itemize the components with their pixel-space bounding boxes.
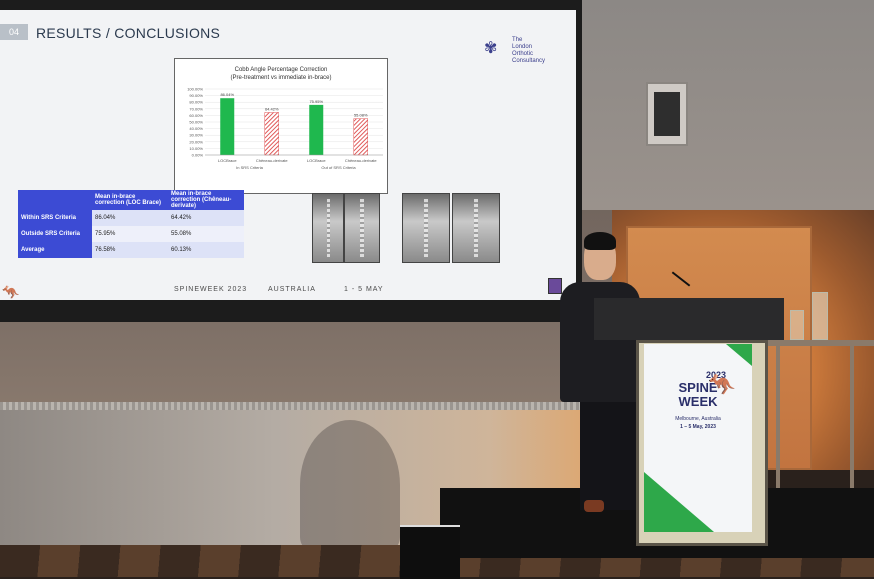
- wall-speaker: [646, 82, 688, 146]
- x-tick-label: Chêneau-derivate: [256, 158, 289, 163]
- side-table-top: [766, 340, 874, 346]
- x-tick-label: LOCBrace: [307, 158, 326, 163]
- sign-week: WEEK: [678, 394, 718, 409]
- y-tick-label: 20.00%: [189, 139, 203, 144]
- table-row: Average 76.58% 60.13%: [18, 242, 244, 258]
- cell-cheneau: 55.08%: [168, 226, 244, 242]
- footer-country: AUSTRALIA: [268, 286, 316, 293]
- green-corner-decoration: [726, 344, 752, 366]
- water-bottle: [812, 292, 828, 340]
- x-tick-label: Chêneau-derivate: [345, 158, 378, 163]
- data-label: 86.04%: [220, 92, 234, 97]
- kangaroo-icon: 🦘: [2, 284, 20, 300]
- y-tick-label: 50.00%: [189, 120, 203, 125]
- chart-plot: 100.00%90.00% 80.00%70.00% 60.00% 50.00%40.…: [187, 87, 383, 170]
- sign-spine: SPINE: [678, 380, 718, 395]
- group-label: In SRS Criteria: [236, 165, 263, 170]
- cell-cheneau: 60.13%: [168, 242, 244, 258]
- results-table: Mean in-brace correction (LOC Brace) Mea…: [18, 190, 244, 258]
- kangaroo-icon: 🦘: [708, 372, 736, 397]
- section-number: 04: [0, 24, 28, 40]
- srs-logo-icon: [548, 278, 562, 294]
- row-label: Average: [18, 242, 92, 258]
- stage-steps: [400, 525, 460, 579]
- presentation-slide: 04 RESULTS / CONCLUSIONS ✾ The London Or…: [0, 10, 576, 300]
- table-row: Outside SRS Criteria 75.95% 55.08%: [18, 226, 244, 242]
- chart-bar: [353, 118, 368, 156]
- cell-loc: 76.58%: [92, 242, 168, 258]
- footer-event: SPINEWEEK 2023: [174, 286, 248, 293]
- slide-title: RESULTS / CONCLUSIONS: [36, 25, 221, 41]
- y-tick-label: 30.00%: [189, 133, 203, 138]
- xray-image: [312, 193, 344, 263]
- chart-subtitle: (Pre-treatment vs immediate in-brace): [230, 75, 332, 81]
- speaker-shadow: [300, 420, 400, 550]
- sign-year: 2023: [705, 370, 727, 380]
- speaker-legs: [580, 400, 636, 510]
- chart-bar: [220, 98, 235, 155]
- right-wall: [575, 0, 874, 210]
- y-tick-label: 80.00%: [189, 100, 203, 105]
- cell-cheneau: 64.42%: [168, 210, 244, 226]
- chart-title: Cobb Angle Percentage Correction: [234, 67, 328, 73]
- table-header-cheneau: Mean in-brace correction (Chêneau-deriva…: [168, 190, 244, 210]
- footer-dates: 1 - 5 MAY: [344, 286, 384, 293]
- table-row: Within SRS Criteria 86.04% 64.42%: [18, 210, 244, 226]
- data-label: 75.95%: [309, 99, 323, 104]
- y-tick-label: 60.00%: [189, 113, 203, 118]
- xray-image: [452, 193, 500, 263]
- sign-dates: 1 – 5 May, 2023: [680, 424, 716, 430]
- y-tick-label: 100.00%: [187, 87, 203, 92]
- table-corner: [18, 190, 92, 210]
- speaker-shoe: [584, 500, 604, 512]
- xray-image: [344, 193, 380, 263]
- water-glass: [790, 310, 804, 340]
- speaker-hair: [584, 232, 616, 250]
- data-label: 55.08%: [354, 113, 368, 118]
- loc-logo-icon: ✾: [484, 40, 498, 57]
- chart-bar: [264, 112, 279, 156]
- group-label: Out of SRS Criteria: [321, 165, 356, 170]
- loc-logo-text: The London Orthotic Consultancy: [512, 37, 546, 64]
- cell-loc: 86.04%: [92, 210, 168, 226]
- y-tick-label: 0.00%: [192, 153, 204, 158]
- y-tick-label: 90.00%: [189, 93, 203, 98]
- data-label: 64.42%: [265, 106, 279, 111]
- table-header-loc: Mean in-brace correction (LOC Brace): [92, 190, 168, 210]
- y-tick-label: 10.00%: [189, 146, 203, 151]
- lectern-top: [594, 298, 784, 340]
- row-label: Outside SRS Criteria: [18, 226, 92, 242]
- bar-chart: Cobb Angle Percentage Correction (Pre-tr…: [174, 58, 388, 194]
- green-triangle-decoration: [644, 472, 714, 532]
- xray-image: [402, 193, 450, 263]
- row-label: Within SRS Criteria: [18, 210, 92, 226]
- lectern-sign: 2023 SPINE WEEK 🦘 Melbourne, Australia 1…: [644, 344, 752, 532]
- x-tick-label: LOCBrace: [218, 158, 237, 163]
- y-tick-label: 70.00%: [189, 106, 203, 111]
- sign-location: Melbourne, Australia: [675, 416, 721, 422]
- y-tick-label: 40.00%: [189, 126, 203, 131]
- chart-bar: [309, 104, 324, 155]
- cell-loc: 75.95%: [92, 226, 168, 242]
